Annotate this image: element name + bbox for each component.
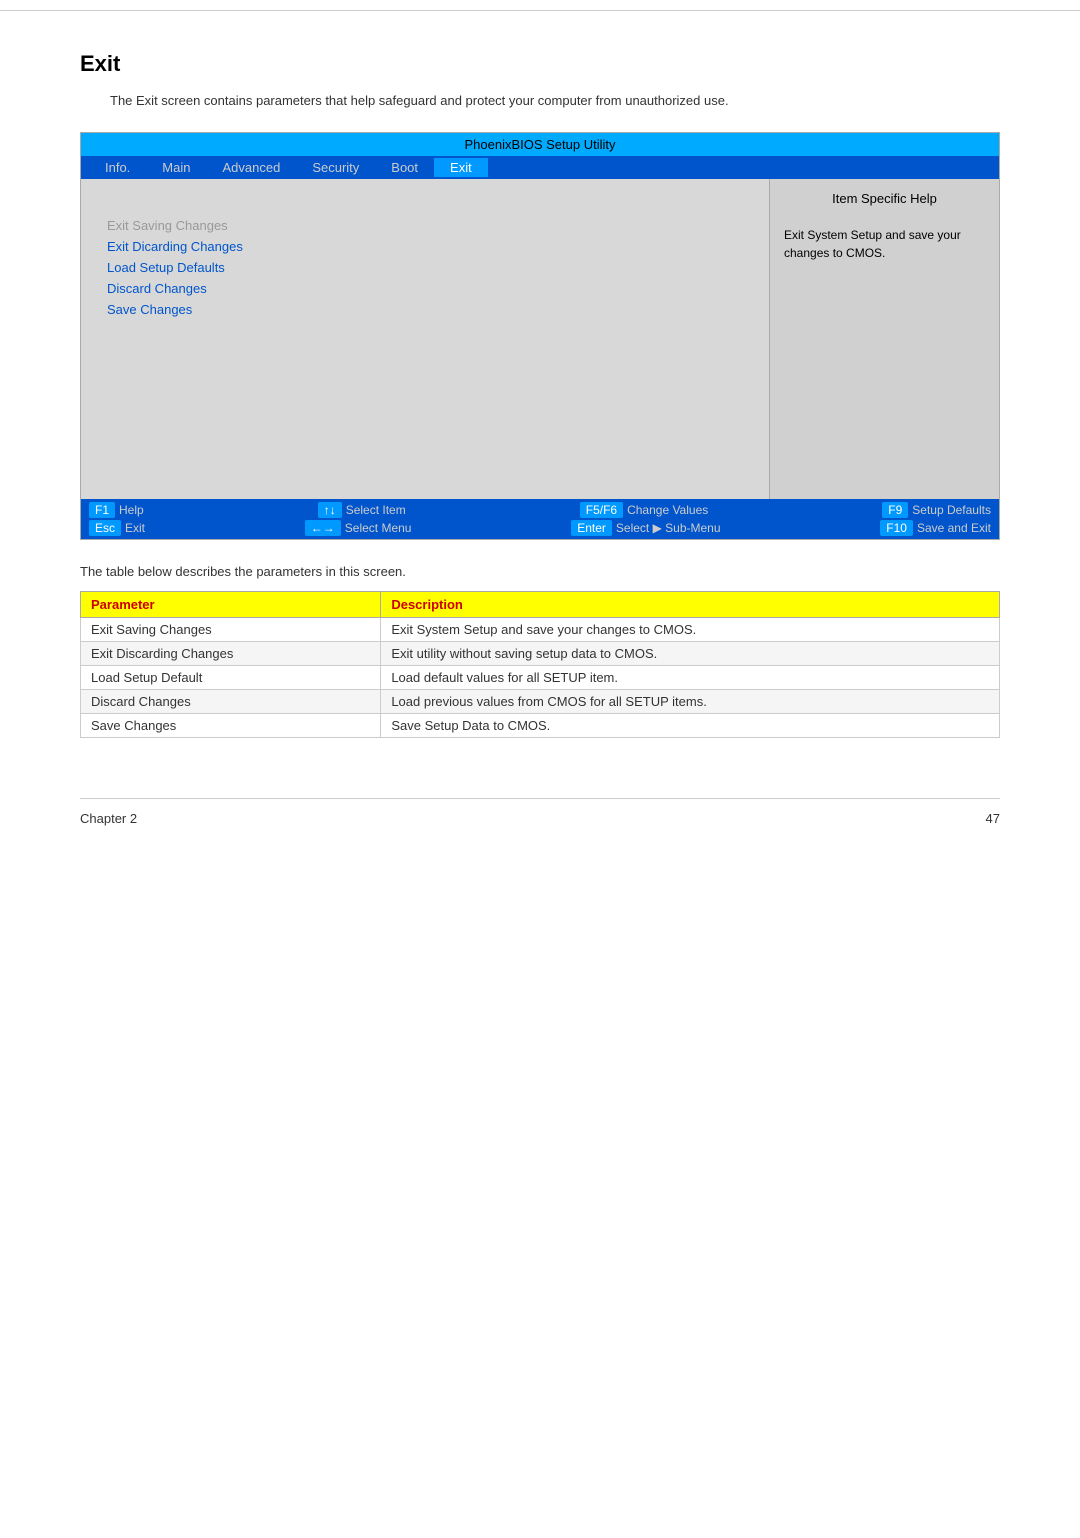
table-cell-param: Exit Saving Changes (81, 618, 381, 642)
key-f10: F10 (880, 520, 913, 536)
bios-menu-boot[interactable]: Boot (375, 158, 434, 177)
desc-text: The table below describes the parameters… (80, 564, 1000, 579)
label-select-submenu: Select ▶ Sub-Menu (616, 521, 721, 535)
footer-page: 47 (986, 811, 1000, 826)
table-row: Discard ChangesLoad previous values from… (81, 690, 1000, 714)
help-title: Item Specific Help (784, 191, 985, 206)
key-f1: F1 (89, 502, 115, 518)
label-setup-defaults: Setup Defaults (912, 503, 991, 517)
bios-right-panel: Item Specific Help Exit System Setup and… (769, 179, 999, 499)
page-container: Exit The Exit screen contains parameters… (0, 10, 1080, 886)
bios-item-save-changes[interactable]: Save Changes (101, 299, 749, 320)
bios-item-exit-discarding[interactable]: Exit Dicarding Changes (101, 236, 749, 257)
help-text: Exit System Setup and save your changes … (784, 226, 985, 262)
kb-group-lr-arrows: ←→ Select Menu (305, 520, 412, 536)
bios-menu-exit[interactable]: Exit (434, 158, 488, 177)
label-save-exit: Save and Exit (917, 521, 991, 535)
bios-box: PhoenixBIOS Setup Utility Info. Main Adv… (80, 132, 1000, 540)
table-cell-desc: Exit utility without saving setup data t… (381, 642, 1000, 666)
bios-item-exit-saving[interactable]: Exit Saving Changes (101, 215, 749, 236)
col-header-parameter: Parameter (81, 592, 381, 618)
kb-group-enter: Enter Select ▶ Sub-Menu (571, 520, 720, 536)
bios-keyboard-bar: F1 Help ↑↓ Select Item F5/F6 Change Valu… (81, 499, 999, 539)
label-select-item: Select Item (346, 503, 406, 517)
bios-menu-main[interactable]: Main (146, 158, 206, 177)
page-footer: Chapter 2 47 (80, 798, 1000, 826)
label-help: Help (119, 503, 144, 517)
bios-menu-advanced[interactable]: Advanced (206, 158, 296, 177)
page-title: Exit (80, 51, 1000, 77)
bios-left-panel: Exit Saving Changes Exit Dicarding Chang… (81, 179, 769, 499)
table-row: Exit Discarding ChangesExit utility with… (81, 642, 1000, 666)
label-change-values: Change Values (627, 503, 708, 517)
col-header-description: Description (381, 592, 1000, 618)
kb-group-arrows: ↑↓ Select Item (318, 502, 406, 518)
key-f5f6: F5/F6 (580, 502, 623, 518)
kb-group-f1: F1 Help (89, 502, 144, 518)
intro-text: The Exit screen contains parameters that… (80, 93, 1000, 108)
key-f9: F9 (882, 502, 908, 518)
table-row: Exit Saving ChangesExit System Setup and… (81, 618, 1000, 642)
key-enter: Enter (571, 520, 612, 536)
bios-content-area: Exit Saving Changes Exit Dicarding Chang… (81, 179, 999, 499)
kb-group-esc: Esc Exit (89, 520, 145, 536)
kb-row-1: F1 Help ↑↓ Select Item F5/F6 Change Valu… (89, 502, 991, 518)
kb-group-f10: F10 Save and Exit (880, 520, 991, 536)
table-cell-param: Load Setup Default (81, 666, 381, 690)
bios-item-discard-changes[interactable]: Discard Changes (101, 278, 749, 299)
kb-group-f5f6: F5/F6 Change Values (580, 502, 709, 518)
label-exit: Exit (125, 521, 145, 535)
bios-menu-bar: Info. Main Advanced Security Boot Exit (81, 156, 999, 179)
bios-menu-info[interactable]: Info. (89, 158, 146, 177)
kb-group-f9: F9 Setup Defaults (882, 502, 991, 518)
key-lr-arrows: ←→ (305, 520, 341, 536)
footer-chapter: Chapter 2 (80, 811, 137, 826)
kb-row-2: Esc Exit ←→ Select Menu Enter Select ▶ S… (89, 520, 991, 536)
key-arrows: ↑↓ (318, 502, 342, 518)
bios-title-bar: PhoenixBIOS Setup Utility (81, 133, 999, 156)
table-cell-param: Save Changes (81, 714, 381, 738)
table-cell-param: Exit Discarding Changes (81, 642, 381, 666)
table-cell-desc: Load previous values from CMOS for all S… (381, 690, 1000, 714)
bios-item-load-defaults[interactable]: Load Setup Defaults (101, 257, 749, 278)
table-row: Save ChangesSave Setup Data to CMOS. (81, 714, 1000, 738)
table-cell-desc: Load default values for all SETUP item. (381, 666, 1000, 690)
label-select-menu: Select Menu (345, 521, 412, 535)
table-cell-param: Discard Changes (81, 690, 381, 714)
table-row: Load Setup DefaultLoad default values fo… (81, 666, 1000, 690)
key-esc: Esc (89, 520, 121, 536)
bios-menu-security[interactable]: Security (296, 158, 375, 177)
param-table: Parameter Description Exit Saving Change… (80, 591, 1000, 738)
table-cell-desc: Exit System Setup and save your changes … (381, 618, 1000, 642)
table-cell-desc: Save Setup Data to CMOS. (381, 714, 1000, 738)
